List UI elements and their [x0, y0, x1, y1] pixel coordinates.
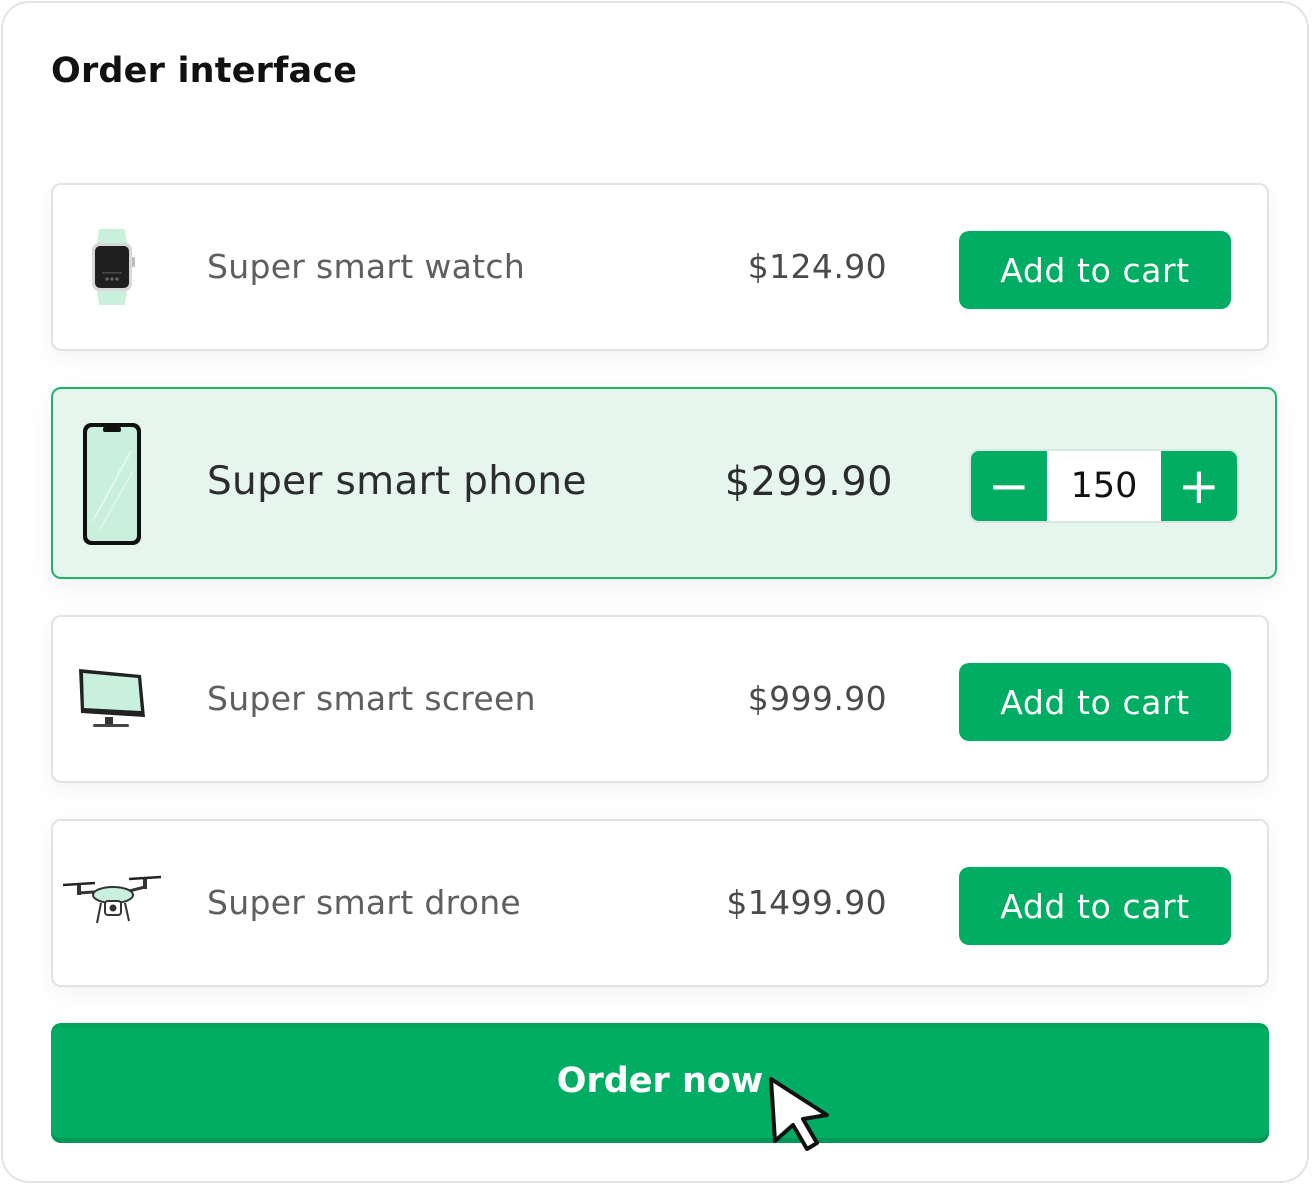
add-to-cart-button-screen[interactable]: Add to cart	[959, 663, 1231, 741]
smartphone-icon	[81, 421, 143, 551]
quantity-input[interactable]	[1047, 451, 1161, 521]
product-card-phone: Super smart phone $299.90 − +	[51, 387, 1277, 579]
product-card-watch: Super smart watch $124.90 Add to cart	[51, 183, 1269, 351]
order-panel: Order interface Super smart watch $124.9…	[1, 1, 1309, 1183]
page-title: Order interface	[51, 51, 358, 91]
order-now-label: Order now	[556, 1061, 764, 1101]
decrement-button[interactable]: −	[971, 451, 1047, 521]
order-now-button[interactable]: Order now	[51, 1023, 1269, 1143]
product-card-screen: Super smart screen $999.90 Add to cart	[51, 615, 1269, 783]
product-price: $124.90	[747, 247, 887, 286]
add-to-cart-button-watch[interactable]: Add to cart	[959, 231, 1231, 309]
product-card-drone: Super smart drone $1499.90 Add to cart	[51, 819, 1269, 987]
product-name: Super smart phone	[207, 459, 587, 504]
drone-icon	[61, 871, 163, 937]
smartwatch-icon	[87, 227, 137, 311]
monitor-icon	[75, 665, 149, 737]
product-name: Super smart watch	[207, 247, 526, 286]
product-name: Super smart drone	[207, 883, 522, 922]
quantity-stepper: − +	[969, 449, 1239, 523]
add-to-cart-button-drone[interactable]: Add to cart	[959, 867, 1231, 945]
arrow-cursor-icon	[767, 1077, 833, 1155]
product-price: $999.90	[747, 679, 887, 718]
increment-button[interactable]: +	[1161, 451, 1237, 521]
product-price: $1499.90	[726, 883, 887, 922]
product-name: Super smart screen	[207, 679, 536, 718]
product-price: $299.90	[724, 459, 893, 505]
